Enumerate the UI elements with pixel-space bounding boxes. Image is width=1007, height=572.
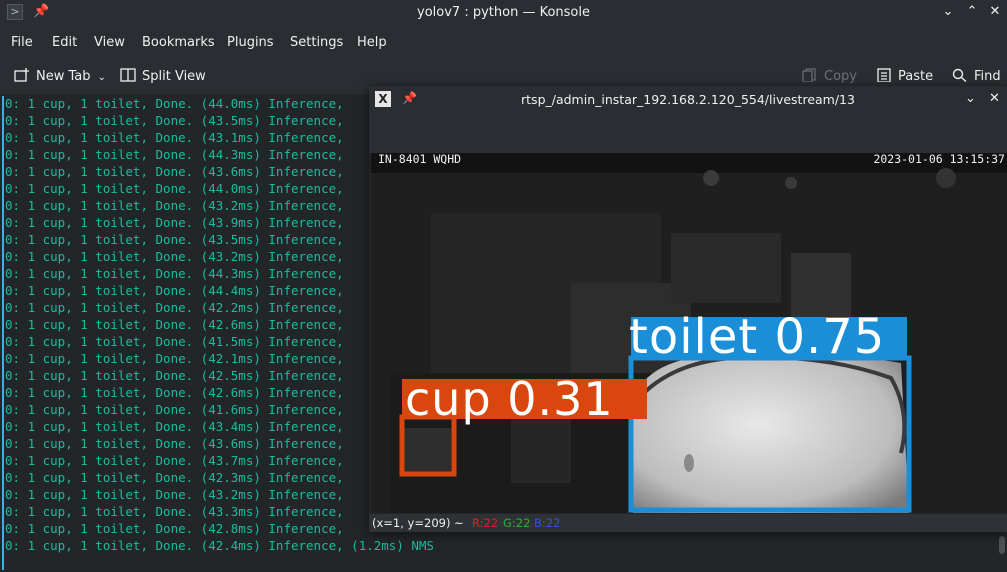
detection-label-toilet: toilet 0.75 xyxy=(629,309,886,365)
terminal-scrollbar[interactable] xyxy=(999,536,1005,554)
image-window-title: rtsp_/admin_instar_192.168.2.120_554/liv… xyxy=(521,92,855,107)
terminal-line: 0: 1 cup, 1 toilet, Done. (43.3ms) Infer… xyxy=(5,504,344,519)
menu-help[interactable]: Help xyxy=(357,35,387,50)
terminal-line: 0: 1 cup, 1 toilet, Done. (42.8ms) Infer… xyxy=(5,521,344,536)
terminal-line: 0: 1 cup, 1 toilet, Done. (44.0ms) Infer… xyxy=(5,96,344,111)
close-icon[interactable]: ✕ xyxy=(989,91,1000,106)
find-button[interactable]: Find xyxy=(952,68,1001,84)
copy-label: Copy xyxy=(824,69,857,84)
close-icon[interactable]: ✕ xyxy=(987,4,1003,19)
minimize-chevron-down-icon[interactable]: ⌄ xyxy=(965,91,976,106)
terminal-line: 0: 1 cup, 1 toilet, Done. (42.4ms) Infer… xyxy=(5,538,434,553)
terminal-line: 0: 1 cup, 1 toilet, Done. (44.4ms) Infer… xyxy=(5,283,344,298)
terminal-line: 0: 1 cup, 1 toilet, Done. (43.4ms) Infer… xyxy=(5,419,344,434)
pixel-green-value: G:22 xyxy=(503,516,531,530)
terminal-line: 0: 1 cup, 1 toilet, Done. (42.1ms) Infer… xyxy=(5,351,344,366)
new-tab-button[interactable]: New Tab ⌄ xyxy=(14,68,106,84)
terminal-line: 0: 1 cup, 1 toilet, Done. (42.6ms) Infer… xyxy=(5,385,344,400)
split-view-label: Split View xyxy=(142,69,206,84)
image-window-toolbar xyxy=(369,113,1007,153)
find-label: Find xyxy=(974,69,1001,84)
pixel-red-value: R:22 xyxy=(472,516,499,530)
paste-button[interactable]: Paste xyxy=(876,68,933,84)
search-icon xyxy=(952,68,968,83)
menu-plugins[interactable]: Plugins xyxy=(227,35,274,50)
menu-edit[interactable]: Edit xyxy=(52,35,77,50)
new-tab-label: New Tab xyxy=(36,69,91,84)
video-frame[interactable]: IN-8401 WQHD 2023-01-06 13:15:37 toilet … xyxy=(371,153,1007,513)
terminal-line: 0: 1 cup, 1 toilet, Done. (42.6ms) Infer… xyxy=(5,317,344,332)
terminal-line: 0: 1 cup, 1 toilet, Done. (43.2ms) Infer… xyxy=(5,198,344,213)
terminal-line: 0: 1 cup, 1 toilet, Done. (43.6ms) Infer… xyxy=(5,164,344,179)
terminal-line: 0: 1 cup, 1 toilet, Done. (42.5ms) Infer… xyxy=(5,368,344,383)
terminal-line: 0: 1 cup, 1 toilet, Done. (43.6ms) Infer… xyxy=(5,436,344,451)
menu-settings[interactable]: Settings xyxy=(290,35,343,50)
menu-view[interactable]: View xyxy=(94,35,125,50)
menu-bookmarks[interactable]: Bookmarks xyxy=(142,35,215,50)
pixel-blue-value: B:22 xyxy=(534,516,561,530)
maximize-chevron-up-icon[interactable]: ⌃ xyxy=(964,4,980,19)
terminal-line: 0: 1 cup, 1 toilet, Done. (41.6ms) Infer… xyxy=(5,402,344,417)
detection-label-cup: cup 0.31 xyxy=(405,372,614,426)
terminal-line: 0: 1 cup, 1 toilet, Done. (42.2ms) Infer… xyxy=(5,300,344,315)
camera-model-overlay: IN-8401 WQHD xyxy=(378,153,462,166)
image-window[interactable]: X 📌 rtsp_/admin_instar_192.168.2.120_554… xyxy=(369,86,1007,532)
terminal-line: 0: 1 cup, 1 toilet, Done. (43.5ms) Infer… xyxy=(5,232,344,247)
terminal-line: 0: 1 cup, 1 toilet, Done. (44.0ms) Infer… xyxy=(5,181,344,196)
terminal-line: 0: 1 cup, 1 toilet, Done. (43.1ms) Infer… xyxy=(5,130,344,145)
menu-file[interactable]: File xyxy=(11,35,33,50)
paste-label: Paste xyxy=(898,69,934,84)
terminal-line: 0: 1 cup, 1 toilet, Done. (41.5ms) Infer… xyxy=(5,334,344,349)
split-view-button[interactable]: Split View xyxy=(120,68,206,84)
pixel-coordinates: (x=1, y=209) ~ xyxy=(372,516,464,530)
camera-timestamp-overlay: 2023-01-06 13:15:37 xyxy=(873,153,1005,166)
paste-icon xyxy=(876,68,892,83)
window-titlebar[interactable]: > 📌 yolov7 : python — Konsole ⌄ ⌃ ✕ xyxy=(0,0,1007,27)
new-tab-icon xyxy=(14,68,30,82)
terminal-line: 0: 1 cup, 1 toilet, Done. (43.7ms) Infer… xyxy=(5,453,344,468)
terminal-line: 0: 1 cup, 1 toilet, Done. (43.2ms) Infer… xyxy=(5,487,344,502)
window-title: yolov7 : python — Konsole xyxy=(417,5,590,20)
copy-icon xyxy=(802,68,818,83)
focus-indicator xyxy=(2,96,4,570)
terminal-line: 0: 1 cup, 1 toilet, Done. (44.3ms) Infer… xyxy=(5,266,344,281)
terminal-line: 0: 1 cup, 1 toilet, Done. (43.5ms) Infer… xyxy=(5,113,344,128)
terminal-line: 0: 1 cup, 1 toilet, Done. (43.9ms) Infer… xyxy=(5,215,344,230)
terminal-line: 0: 1 cup, 1 toilet, Done. (44.3ms) Infer… xyxy=(5,147,344,162)
minimize-chevron-down-icon[interactable]: ⌄ xyxy=(940,4,956,19)
menu-bar: File Edit View Bookmarks Plugins Setting… xyxy=(0,27,1007,57)
split-view-icon xyxy=(120,68,136,82)
terminal-line: 0: 1 cup, 1 toilet, Done. (42.3ms) Infer… xyxy=(5,470,344,485)
image-status-bar: (x=1, y=209) ~ R:22 G:22 B:22 xyxy=(369,514,1007,532)
copy-button[interactable]: Copy xyxy=(802,68,857,84)
terminal-line: 0: 1 cup, 1 toilet, Done. (43.2ms) Infer… xyxy=(5,249,344,264)
chevron-down-icon[interactable]: ⌄ xyxy=(98,72,106,83)
image-window-titlebar[interactable]: X 📌 rtsp_/admin_instar_192.168.2.120_554… xyxy=(369,86,1007,113)
